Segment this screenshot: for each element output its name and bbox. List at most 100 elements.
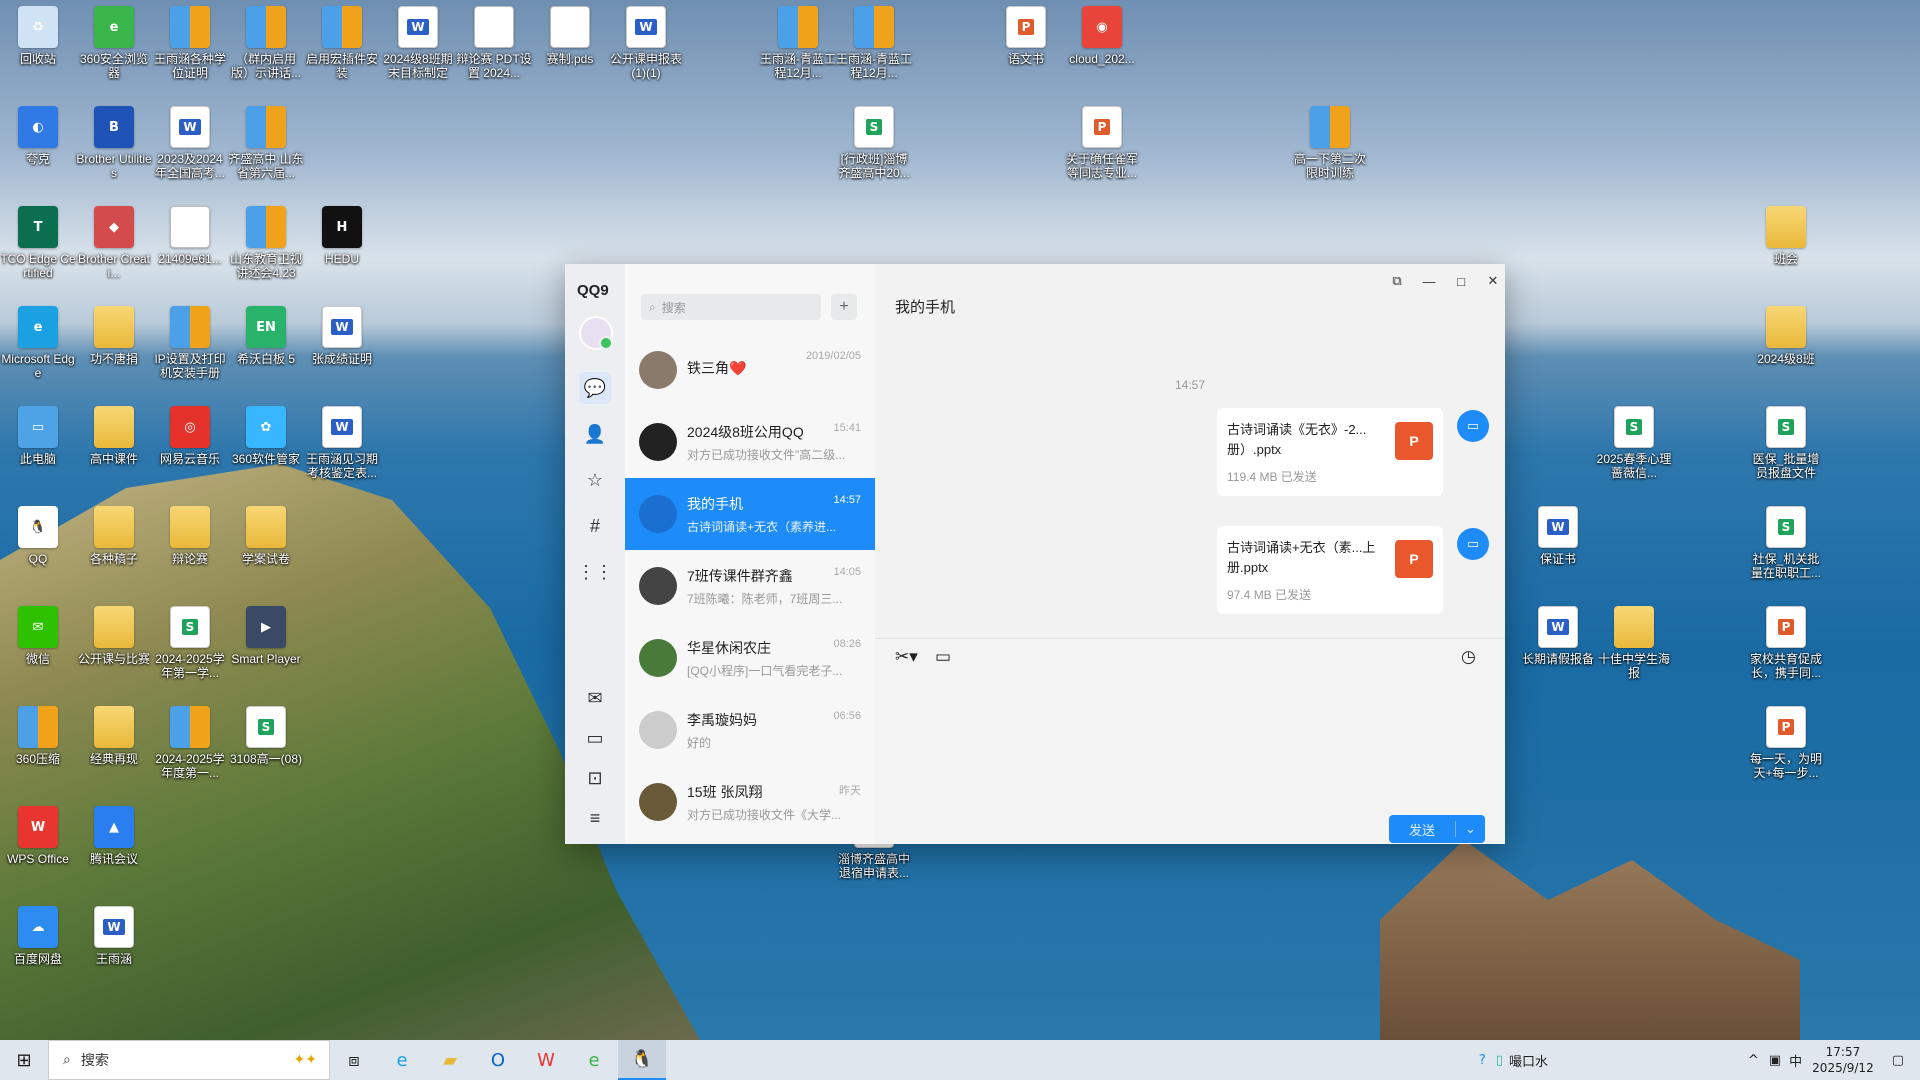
desktop-icon[interactable]: ✉ 微信 — [0, 606, 76, 666]
bookmark-icon[interactable]: ⊡ — [579, 762, 611, 794]
desktop-icon[interactable]: W 公开课申报表(1)(1) — [608, 6, 684, 80]
notification-icon[interactable]: ▢ — [1892, 1053, 1904, 1068]
compose-area[interactable]: ✂▾ ▭ ◷ 发送 ⌄ — [875, 638, 1505, 844]
add-button[interactable]: + — [831, 294, 857, 320]
start-button[interactable]: ⊞ — [0, 1040, 48, 1080]
desktop-icon[interactable]: 2024级8班 — [1748, 306, 1824, 366]
desktop-icon[interactable]: S 2024-2025学年第一学... — [152, 606, 228, 680]
desktop-icon[interactable]: S 医保_批量增员报盘文件 — [1748, 406, 1824, 480]
contacts-icon[interactable]: 👤 — [579, 418, 611, 450]
conversation-item[interactable]: 15班 张凤翔 对方已成功接收文件《大学... 昨天 — [625, 766, 875, 838]
close-button[interactable]: ✕ — [1479, 270, 1507, 292]
desktop-icon[interactable]: 高一下第二次限时训练 — [1292, 106, 1368, 180]
apps-grid-icon[interactable]: ⋮⋮ — [577, 556, 613, 588]
desktop-icon[interactable]: 班会 — [1748, 206, 1824, 266]
desktop-icon[interactable]: ☁ 百度网盘 — [0, 906, 76, 966]
desktop-icon[interactable]: 高中课件 — [76, 406, 152, 466]
scissors-icon[interactable]: ✂▾ — [895, 647, 918, 667]
search-input[interactable]: ⌕ 搜索 — [641, 294, 821, 320]
task-view-icon[interactable]: ⧈ — [330, 1040, 378, 1080]
desktop-icon[interactable]: S 社保_机关批量在职职工... — [1748, 506, 1824, 580]
desktop-icon[interactable]: 学案试卷 — [228, 506, 304, 566]
desktop-icon[interactable]: ◆ Brother Creati... — [76, 206, 152, 280]
desktop-icon[interactable]: 🐧 QQ — [0, 506, 76, 566]
conversation-item[interactable]: 铁三角❤️ 2019/02/05 — [625, 334, 875, 406]
wps-icon[interactable]: W — [522, 1040, 570, 1080]
explorer-icon[interactable]: ▰ — [426, 1040, 474, 1080]
desktop-icon[interactable]: W WPS Office — [0, 806, 76, 866]
desktop-icon[interactable]: 王雨涵各种学位证明 — [152, 6, 228, 80]
desktop-icon[interactable]: （群内启用版）示讲话... — [228, 6, 304, 80]
desktop-icon[interactable]: 赛制.pds — [532, 6, 608, 66]
desktop-icon[interactable]: P 关于确任雀军等同志专业... — [1064, 106, 1140, 180]
chevron-down-icon[interactable]: ⌄ — [1455, 821, 1485, 837]
desktop-icon[interactable]: 辩论赛 — [152, 506, 228, 566]
desktop-icon[interactable]: W 王雨涵见习期考核鉴定表... — [304, 406, 380, 480]
ime-indicator[interactable]: 中 — [1789, 1051, 1802, 1070]
desktop-icon[interactable]: ◎ 网易云音乐 — [152, 406, 228, 466]
minimize-button[interactable]: — — [1415, 270, 1443, 292]
message-icon[interactable]: 💬 — [579, 372, 611, 404]
desktop-icon[interactable]: S [行政班]淄博齐盛高中20... — [836, 106, 912, 180]
conversation-item[interactable]: 我的手机 古诗词诵读+无衣（素养进... 14:57 — [625, 478, 875, 550]
desktop-icon[interactable]: ◉ cloud_202... — [1064, 6, 1140, 66]
desktop-icon[interactable]: 经典再现 — [76, 706, 152, 766]
desktop-icon[interactable]: 山东教育卫视讲述会4.23 — [228, 206, 304, 280]
hashtag-icon[interactable]: # — [579, 510, 611, 542]
help-icon[interactable]: ? — [1479, 1053, 1486, 1068]
desktop-icon[interactable]: 公开课与比赛 — [76, 606, 152, 666]
folder-icon[interactable]: ▭ — [579, 722, 611, 754]
desktop-icon[interactable]: 王雨涵-青蓝工程12月... — [836, 6, 912, 80]
desktop-icon[interactable]: 21409e61... — [152, 206, 228, 266]
chevron-up-icon[interactable]: ^ — [1748, 1053, 1759, 1068]
conversation-item[interactable]: 7班传课件群齐鑫 7班陈曦：陈老师，7班周三... 14:05 — [625, 550, 875, 622]
edge-icon[interactable]: e — [378, 1040, 426, 1080]
desktop-icon[interactable]: 十佳中学生海报 — [1596, 606, 1672, 680]
desktop-icon[interactable]: 启用宏插件安装 — [304, 6, 380, 80]
conversation-item[interactable]: 李禹璇妈妈 好的 06:56 — [625, 694, 875, 766]
desktop-icon[interactable]: W 长期请假报备 — [1520, 606, 1596, 666]
file-message[interactable]: 古诗词诵读+无衣（素...上册.pptx 97.4 MB 已发送 P — [1217, 526, 1443, 614]
send-button[interactable]: 发送 ⌄ — [1389, 815, 1485, 843]
desktop-icon[interactable]: ◐ 夸克 — [0, 106, 76, 166]
conversation-item[interactable]: 华星休闲农庄 [QQ小程序]一口气看完老子... 08:26 — [625, 622, 875, 694]
desktop-icon[interactable]: S 3108高一(08) — [228, 706, 304, 766]
desktop-icon[interactable]: W 张成绩证明 — [304, 306, 380, 366]
desktop-icon[interactable]: ♻ 回收站 — [0, 6, 76, 66]
desktop-icon[interactable]: W 2023及2024年全国高考... — [152, 106, 228, 180]
folder-icon[interactable]: ▭ — [935, 647, 951, 667]
pin-icon[interactable]: ⧉ — [1383, 270, 1411, 292]
taskbar-search[interactable]: ⌕ 搜索 ✦✦ — [48, 1040, 330, 1080]
desktop-icon[interactable]: P 语文书 — [988, 6, 1064, 66]
weather-label[interactable]: 嘬口水 — [1509, 1051, 1548, 1070]
avatar[interactable] — [579, 316, 613, 350]
desktop-icon[interactable]: W 保证书 — [1520, 506, 1596, 566]
desktop-icon[interactable]: 各种稿子 — [76, 506, 152, 566]
history-icon[interactable]: ◷ — [1461, 647, 1476, 667]
desktop-icon[interactable]: EN 希沃白板 5 — [228, 306, 304, 366]
desktop-icon[interactable]: 辩论赛 PDT设置 2024... — [456, 6, 532, 80]
qq-taskbar-icon[interactable]: 🐧 — [618, 1040, 666, 1080]
desktop-icon[interactable]: ▶ Smart Player — [228, 606, 304, 666]
desktop-icon[interactable]: e Microsoft Edge — [0, 306, 76, 380]
desktop-icon[interactable]: P 家校共育促成长，携手同... — [1748, 606, 1824, 680]
network-icon[interactable]: ▣ — [1769, 1053, 1781, 1068]
star-icon[interactable]: ☆ — [579, 464, 611, 496]
desktop-icon[interactable]: 齐盛高中 山东省第六届... — [228, 106, 304, 180]
desktop-icon[interactable]: H HEDU — [304, 206, 380, 266]
maximize-button[interactable]: □ — [1447, 270, 1475, 292]
file-message[interactable]: 古诗词诵读《无衣》-2...册）.pptx 119.4 MB 已发送 P — [1217, 408, 1443, 496]
desktop-icon[interactable]: 功不唐捐 — [76, 306, 152, 366]
desktop-icon[interactable]: 2024-2025学年度第一... — [152, 706, 228, 780]
desktop-icon[interactable]: 王雨涵-青蓝工程12月... — [760, 6, 836, 80]
desktop-icon[interactable]: IP设置及打印机安装手册 — [152, 306, 228, 380]
desktop-icon[interactable]: P 每一天，为明天+每一步... — [1748, 706, 1824, 780]
desktop-icon[interactable]: W 2024级8班期末目标制定 — [380, 6, 456, 80]
clock[interactable]: 17:57 2025/9/12 — [1812, 1044, 1874, 1076]
conversation-item[interactable]: 2024级8班公用QQ 对方已成功接收文件"高二级... 15:41 — [625, 406, 875, 478]
desktop-icon[interactable]: W 王雨涵 — [76, 906, 152, 966]
desktop-icon[interactable]: S 2025春季心理蔷薇信... — [1596, 406, 1672, 480]
menu-icon[interactable]: ≡ — [579, 802, 611, 834]
desktop-icon[interactable]: 360压缩 — [0, 706, 76, 766]
outlook-icon[interactable]: O — [474, 1040, 522, 1080]
